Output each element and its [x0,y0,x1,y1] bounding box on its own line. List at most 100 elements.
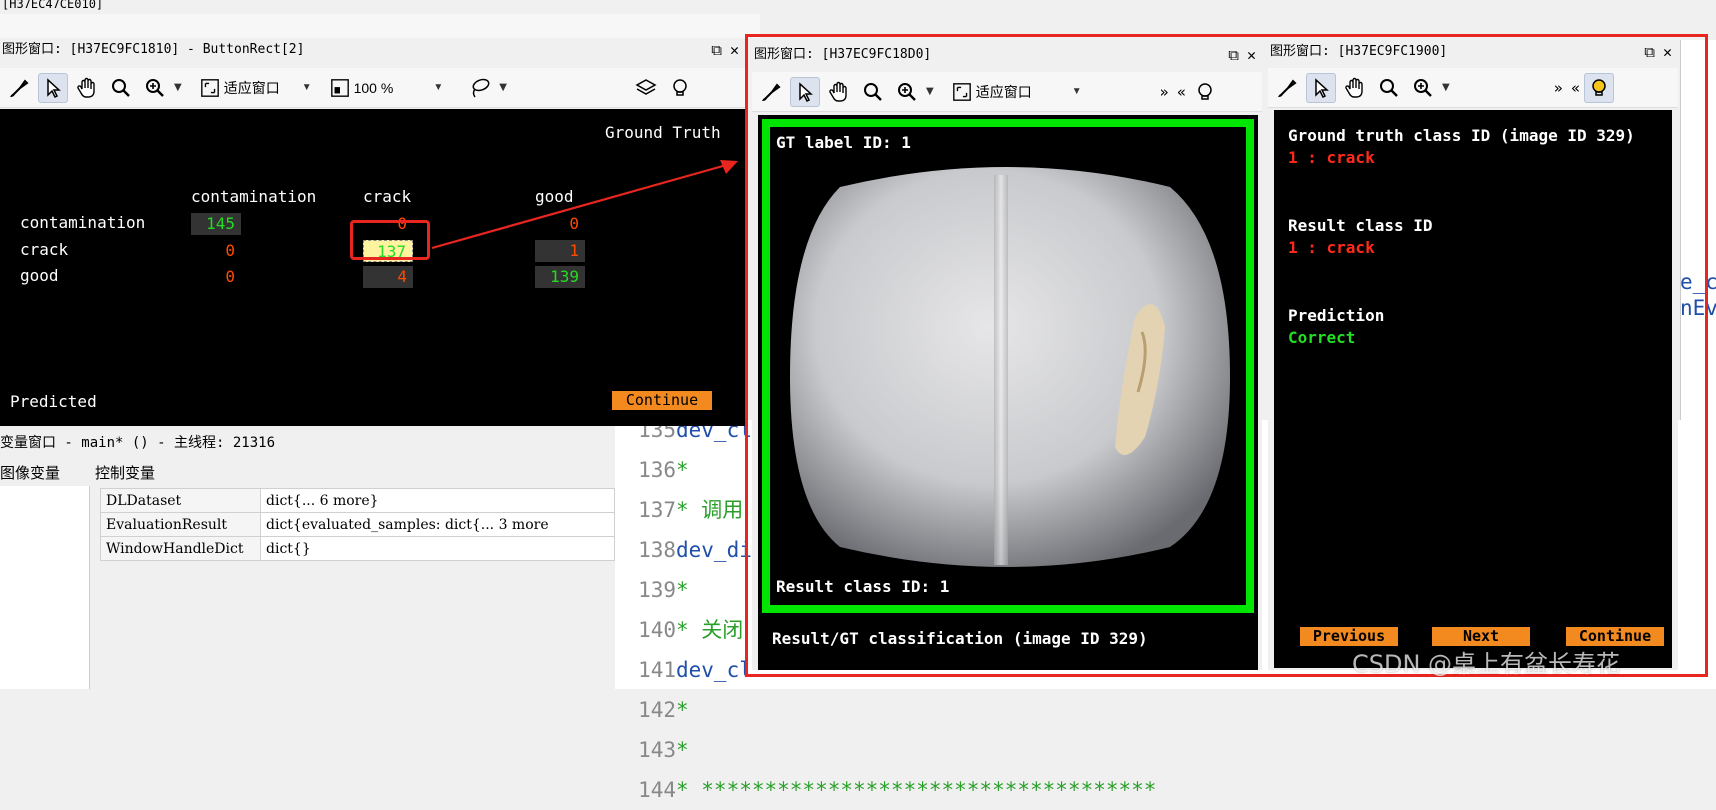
code-line: 144* ***********************************… [638,778,1157,802]
prediction-heading: Prediction [1288,306,1385,325]
confusion-window-title: 图形窗口: [H37EC9FC1810] - ButtonRect[2] ⧉ ✕ [0,38,745,62]
table-row[interactable]: DLDataset dict{... 6 more} [100,488,615,513]
result-canvas: Ground truth class ID (image ID 329) 1 :… [1274,110,1672,668]
var-value: dict{evaluated_samples: dict{... 3 more [260,512,615,537]
chevron-down-icon[interactable]: ▼ [499,82,507,93]
pointer-icon[interactable] [790,76,820,107]
zoom-in-icon[interactable] [1408,73,1438,103]
matrix-cell: 139 [535,266,585,288]
close-icon[interactable]: ✕ [730,38,739,62]
fit-window-button[interactable]: 适应窗口 ▼ [196,78,316,98]
gt-label-text: GT label ID: 1 [776,133,911,152]
result-frame: GT label ID: 1 Result class ID: 1 [762,119,1254,613]
fit-window-icon [200,78,219,97]
watermark: CSDN @桌上有盆长寿花 [1352,650,1621,678]
chevron-down-icon[interactable]: ▼ [302,82,312,93]
row-header: good [20,266,59,285]
lightbulb-icon[interactable] [1584,72,1615,103]
chevron-down-icon[interactable]: ▼ [1072,86,1082,97]
hand-icon[interactable] [824,77,854,107]
result-label-text: Result class ID: 1 [776,577,950,596]
predicted-label: Predicted [10,392,97,411]
ground-truth-label: Ground Truth [605,123,721,142]
gt-heading: Ground truth class ID (image ID 329) [1288,126,1635,145]
result-value: 1 : crack [1288,238,1375,257]
close-icon[interactable]: ✕ [1247,43,1256,67]
chevron-down-icon[interactable]: ▼ [433,82,443,93]
sample-image [770,127,1246,605]
window-controls: ⧉ ✕ [1228,43,1256,67]
restore-icon[interactable]: ⧉ [1644,40,1655,64]
image-vars-pane [0,486,90,689]
annotation-arrow [431,160,738,250]
tab-image-vars[interactable]: 图像变量 [0,462,60,483]
brush-icon[interactable] [756,77,786,107]
bg-window-title: [H37EC47CE010] [0,0,1716,14]
result-window-title: 图形窗口: [H37EC9FC1900] ⧉ ✕ [1268,40,1678,64]
lightbulb-icon[interactable] [665,73,695,103]
restore-icon[interactable]: ⧉ [1228,43,1239,67]
close-icon[interactable]: ✕ [1663,40,1672,64]
zoom-in-icon[interactable] [892,77,922,107]
pointer-icon[interactable] [38,72,68,103]
window-controls: ⧉ ✕ [1644,40,1672,64]
layers-icon[interactable] [631,73,661,103]
hand-icon[interactable] [1340,73,1370,103]
zoom-in-icon[interactable] [140,73,170,103]
magnifier-icon[interactable] [858,77,888,107]
matrix-cell: 145 [191,213,241,235]
zoom-select[interactable]: 100 % ▼ [326,78,448,98]
matrix-cell: 4 [363,266,413,288]
chevron-down-icon[interactable]: ▼ [926,86,934,97]
lasso-icon[interactable] [465,73,495,103]
magnifier-icon[interactable] [1374,73,1404,103]
tab-control-vars[interactable]: 控制变量 [95,462,155,483]
code-line: 143* [638,738,689,762]
matrix-cell: 0 [225,267,235,286]
variables-table: DLDataset dict{... 6 more} EvaluationResu… [100,488,615,561]
row-header: crack [20,240,69,259]
fit-window-button[interactable]: 适应窗口 ▼ [948,82,1086,102]
chevron-down-icon[interactable]: ▼ [1442,82,1450,93]
var-value: dict{} [260,536,615,561]
brush-icon[interactable] [1272,73,1302,103]
fit-window-label: 适应窗口 [223,79,280,96]
magnifier-icon[interactable] [106,73,136,103]
variables-window-title: 变量窗口 - main* () - 主线程: 21316 [0,435,276,451]
result-toolbar: ▼ » « [1268,68,1678,108]
continue-button[interactable]: Continue [612,391,712,410]
hand-icon[interactable] [72,73,102,103]
capsule-image [790,167,1230,567]
fit-window-label: 适应窗口 [975,83,1032,100]
code-line: 142* [638,698,689,722]
image-canvas: GT label ID: 1 Result class ID: 1 Result… [758,115,1258,670]
window-title-text: 图形窗口: [H37EC9FC18D0] [754,47,932,62]
collapse-icon[interactable]: « [1177,83,1186,101]
fit-window-icon [952,82,971,101]
column-header: contamination [191,187,317,206]
result-heading: Result class ID [1288,216,1433,235]
window-title-text: 图形窗口: [H37EC9FC1810] - ButtonRect[2] [2,42,305,57]
restore-icon[interactable]: ⧉ [711,38,722,62]
collapse-icon[interactable]: « [1571,79,1580,97]
highlight-box [350,220,430,260]
pointer-icon[interactable] [1306,72,1336,103]
chevron-down-icon[interactable]: ▼ [174,82,182,93]
brush-icon[interactable] [4,73,34,103]
gt-value: 1 : crack [1288,148,1375,167]
table-row[interactable]: EvaluationResult dict{evaluated_samples: … [100,512,615,537]
var-value: dict{... 6 more} [260,488,615,513]
confusion-toolbar: ▼ 适应窗口 ▼ 100 % ▼ ▼ [0,68,745,108]
var-name: DLDataset [100,488,261,513]
var-name: WindowHandleDict [100,536,261,561]
zoom-value: 100 % [353,79,394,96]
window-title-text: 图形窗口: [H37EC9FC1900] [1270,44,1448,59]
result-window: 图形窗口: [H37EC9FC1900] ⧉ ✕ ▼ » « Ground tr… [1268,40,1678,670]
expand-more-icon[interactable]: » [1160,83,1169,101]
lightbulb-icon[interactable] [1190,77,1220,107]
table-row[interactable]: WindowHandleDict dict{} [100,536,615,561]
image-window: 图形窗口: [H37EC9FC18D0] ⧉ ✕ ▼ 适应窗口 ▼ » « GT… [752,40,1262,670]
window-controls: ⧉ ✕ [711,38,739,62]
classification-footer: Result/GT classification (image ID 329) [772,629,1148,648]
expand-more-icon[interactable]: » [1554,79,1563,97]
